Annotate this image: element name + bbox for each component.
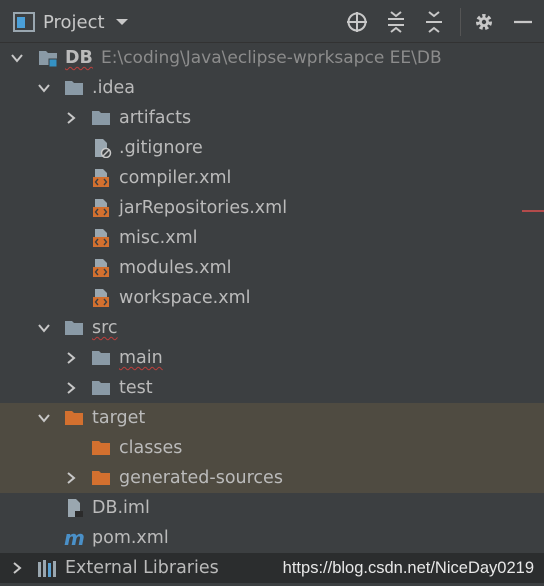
excluded-folder-icon — [65, 411, 83, 425]
ignored-file-icon — [95, 139, 112, 158]
tree-label-artifacts: artifacts — [119, 108, 192, 128]
watermark-text: https://blog.csdn.net/NiceDay0219 — [282, 559, 534, 577]
gear-icon — [476, 14, 492, 30]
tree-label-src: src — [92, 318, 118, 338]
chevron-right-icon[interactable] — [64, 111, 78, 125]
chevron-right-icon[interactable] — [64, 351, 78, 365]
collapse-all-button[interactable] — [422, 10, 446, 34]
folder-icon — [92, 111, 110, 125]
view-selector[interactable]: Project — [13, 9, 129, 35]
tree-row-pom-xml[interactable]: m pom.xml — [0, 523, 544, 553]
tree-label-compiler-xml: compiler.xml — [119, 168, 232, 188]
module-file-icon — [68, 499, 83, 517]
tree-label-generated-sources: generated-sources — [119, 468, 283, 488]
tree-row-idea[interactable]: .idea — [0, 73, 544, 103]
tree-row-workspace-xml[interactable]: workspace.xml — [0, 283, 544, 313]
settings-button[interactable] — [472, 10, 496, 34]
tree-row-external-libraries[interactable]: External Libraries https://blog.csdn.net… — [0, 553, 544, 583]
root-path: E:\coding\Java\eclipse-wprksapce EE\DB — [101, 48, 442, 68]
tree-row-modules-xml[interactable]: modules.xml — [0, 253, 544, 283]
tree-label-classes: classes — [119, 438, 183, 458]
tree-label-db-iml: DB.iml — [92, 498, 150, 518]
chevron-down-icon[interactable] — [37, 81, 51, 95]
tree-row-src[interactable]: src — [0, 313, 544, 343]
tree-label-test: test — [119, 378, 153, 398]
chevron-right-icon[interactable] — [64, 381, 78, 395]
project-icon — [13, 12, 35, 32]
tree-label-main: main — [119, 348, 163, 368]
tree-row-jar-repositories-xml[interactable]: jarRepositories.xml — [0, 193, 544, 223]
chevron-down-icon[interactable] — [115, 17, 129, 27]
maven-icon: m — [64, 528, 84, 548]
tree-label-modules-xml: modules.xml — [119, 258, 232, 278]
folder-icon — [65, 321, 83, 335]
minimize-icon — [514, 20, 532, 24]
tree-label-workspace-xml: workspace.xml — [119, 288, 251, 308]
tree-row-misc-xml[interactable]: misc.xml — [0, 223, 544, 253]
tree-row-main[interactable]: main — [0, 343, 544, 373]
expand-all-button[interactable] — [384, 10, 408, 34]
excluded-folder-icon — [92, 441, 110, 455]
folder-icon — [65, 81, 83, 95]
tree-label-external-libraries: External Libraries — [65, 558, 219, 578]
panel-title: Project — [43, 11, 105, 33]
xml-file-icon — [93, 199, 109, 217]
module-folder-icon — [39, 51, 58, 68]
tree-label-jar-repositories-xml: jarRepositories.xml — [119, 198, 288, 218]
hide-panel-button[interactable] — [511, 10, 535, 34]
chevron-down-icon[interactable] — [10, 51, 24, 65]
tree-row-compiler-xml[interactable]: compiler.xml — [0, 163, 544, 193]
svg-text:m: m — [64, 528, 84, 548]
chevron-right-icon[interactable] — [10, 561, 24, 575]
tree-label-pom-xml: pom.xml — [92, 528, 169, 548]
expand-all-icon — [388, 11, 404, 33]
library-icon — [38, 560, 56, 577]
collapse-all-icon — [426, 11, 442, 33]
tree-row-gitignore[interactable]: .gitignore — [0, 133, 544, 163]
folder-icon — [92, 381, 110, 395]
chevron-right-icon[interactable] — [64, 471, 78, 485]
tree-row-classes[interactable]: classes — [0, 433, 544, 463]
locate-icon — [347, 12, 367, 32]
tree-row-generated-sources[interactable]: generated-sources — [0, 463, 544, 493]
tree-label-gitignore: .gitignore — [119, 138, 203, 158]
tree-label-misc-xml: misc.xml — [119, 228, 198, 248]
xml-file-icon — [93, 289, 109, 307]
excluded-folder-icon — [92, 471, 110, 485]
tree-row-test[interactable]: test — [0, 373, 544, 403]
folder-icon — [92, 351, 110, 365]
tree-label-target: target — [92, 408, 146, 428]
tree-row-db-iml[interactable]: DB.iml — [0, 493, 544, 523]
toolbar-separator — [460, 8, 461, 36]
root-name: DB — [65, 48, 93, 68]
chevron-down-icon[interactable] — [37, 321, 51, 335]
tree-row-target[interactable]: target — [0, 403, 544, 433]
xml-file-icon — [93, 259, 109, 277]
tree-row-root[interactable]: DB E:\coding\Java\eclipse-wprksapce EE\D… — [0, 43, 544, 73]
xml-file-icon — [93, 169, 109, 187]
tree-label-idea: .idea — [92, 78, 136, 98]
project-toolbar: Project — [0, 0, 544, 43]
locate-button[interactable] — [345, 10, 369, 34]
chevron-down-icon[interactable] — [37, 411, 51, 425]
tree-row-artifacts[interactable]: artifacts — [0, 103, 544, 133]
xml-file-icon — [93, 229, 109, 247]
